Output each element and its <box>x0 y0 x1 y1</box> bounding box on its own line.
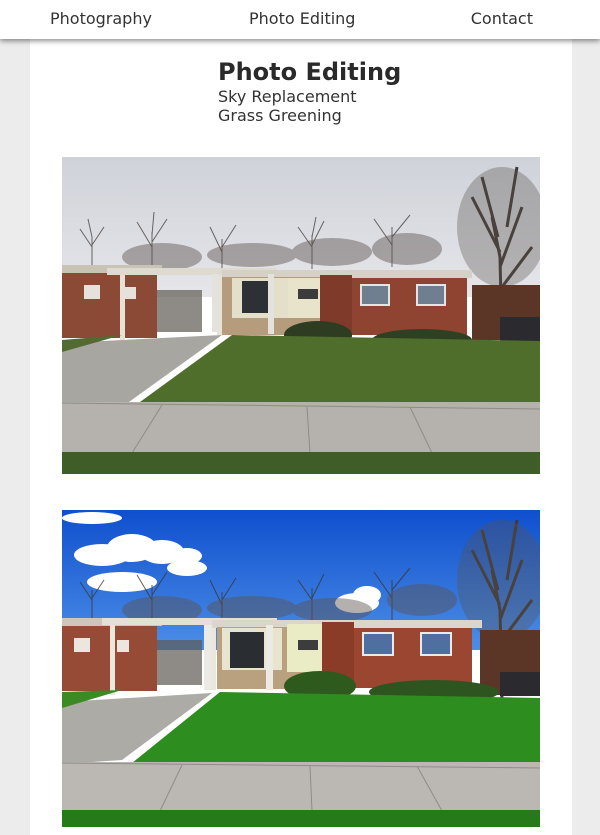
top-navbar: Photography Photo Editing Contact <box>0 0 600 39</box>
nav-link-photo-editing[interactable]: Photo Editing <box>249 9 355 29</box>
before-photo <box>62 157 540 474</box>
nav-link-contact[interactable]: Contact <box>471 9 533 29</box>
main-content: Photo Editing Sky Replacement Grass Gree… <box>30 39 572 835</box>
heading-block: Photo Editing Sky Replacement Grass Gree… <box>218 57 401 125</box>
subtitle-sky-replacement: Sky Replacement <box>218 87 357 106</box>
nav-link-photography[interactable]: Photography <box>50 9 152 29</box>
subtitle-grass-greening: Grass Greening <box>218 106 342 125</box>
page-title: Photo Editing <box>218 58 402 86</box>
after-photo <box>62 510 540 827</box>
